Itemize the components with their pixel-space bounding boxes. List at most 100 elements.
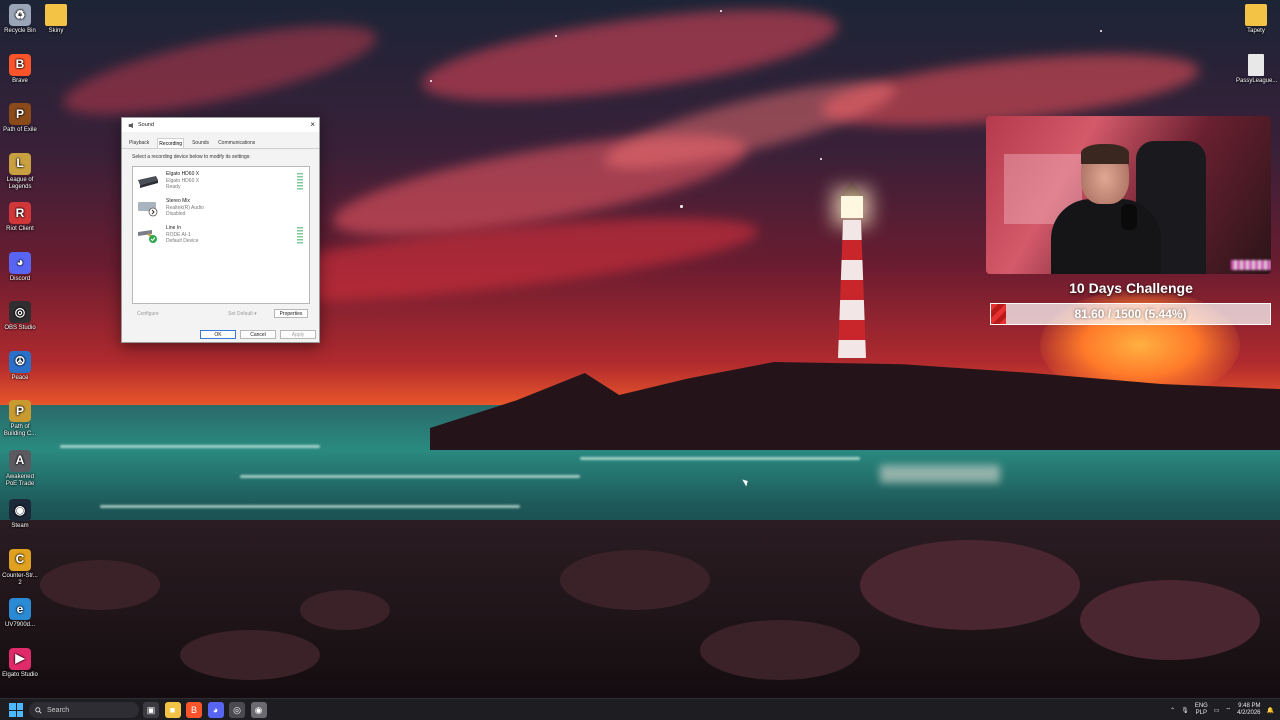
- steam-icon[interactable]: ◉: [250, 702, 267, 718]
- tab-communications[interactable]: Communications: [217, 138, 256, 148]
- folder-icon: [45, 4, 67, 26]
- desktop-icon-skiny[interactable]: Skiny: [36, 4, 76, 35]
- monitor-icon[interactable]: ▭: [1214, 707, 1220, 714]
- search-placeholder: Search: [47, 706, 70, 714]
- language-top: ENG: [1194, 703, 1208, 709]
- desktop-icon-label: Skiny: [48, 28, 64, 34]
- properties-button[interactable]: Properties: [274, 309, 308, 318]
- desktop-icon[interactable]: ◎ OBS Studio: [0, 301, 40, 332]
- cancel-button[interactable]: Cancel: [240, 330, 276, 339]
- list-item[interactable]: Stereo Mix Realtek(R) Audio Disabled: [135, 196, 307, 220]
- desktop-icon-passyleague[interactable]: PassyLeague...: [1236, 54, 1277, 85]
- tab-playback[interactable]: Playback: [128, 138, 150, 148]
- desktop-icon[interactable]: B Brave: [0, 53, 40, 85]
- device-status: Default Device: [166, 238, 199, 244]
- folder-icon: [1245, 4, 1267, 26]
- brave-icon[interactable]: B: [186, 702, 202, 718]
- ok-button[interactable]: OK: [200, 330, 236, 339]
- desktop-icon[interactable]: e UV7900d...: [0, 598, 40, 629]
- language-indicator[interactable]: ENG PLP: [1195, 703, 1208, 717]
- list-item[interactable]: Elgato HD60 X Elgato HD60 X Ready: [135, 169, 307, 193]
- device-name: Elgato HD60 X: [166, 171, 200, 177]
- stereo-mix-icon: [138, 202, 158, 217]
- desktop-icon-label: Discord: [9, 275, 31, 282]
- configure-button[interactable]: Configure: [137, 311, 159, 317]
- discord-icon[interactable]: ◕: [207, 702, 224, 718]
- webcam-feed: [986, 116, 1271, 274]
- desktop-icon[interactable]: ◕ Discord: [0, 251, 40, 283]
- apt-icon: A: [9, 449, 31, 472]
- file-icon: [1248, 54, 1264, 76]
- speaker-icon: [128, 122, 133, 128]
- chevron-up-icon[interactable]: ⌃: [1170, 707, 1175, 714]
- taskbar-clock[interactable]: 9:48 PM 4/2/2026: [1237, 703, 1260, 717]
- desktop-icon-label: League of Legends: [6, 176, 34, 190]
- desktop-icon[interactable]: R Riot Client: [0, 202, 40, 233]
- recycle-bin-icon: ♻: [9, 4, 31, 26]
- progress-text: 81.60 / 1500 (5.44%): [1074, 307, 1187, 321]
- challenge-progress-bar: 81.60 / 1500 (5.44%): [990, 303, 1271, 325]
- line-in-icon: [138, 230, 157, 243]
- desktop-icon-label: Brave: [12, 77, 28, 84]
- desktop-icon-label: Path of Building C...: [3, 424, 37, 437]
- desktop-icon[interactable]: A Awakened PoE Trade: [0, 449, 40, 488]
- dialog-titlebar[interactable]: Sound: [122, 118, 319, 132]
- device-actions: Configure Set Default ▾ Properties: [132, 309, 310, 320]
- desktop-wallpaper: [0, 0, 1280, 698]
- dialog-title: Sound: [138, 122, 154, 128]
- device-status: Ready: [166, 184, 181, 190]
- set-default-label: Set Default: [228, 311, 253, 317]
- poe-icon: P: [9, 103, 31, 125]
- search-input[interactable]: Search: [29, 702, 139, 718]
- edge-icon: e: [9, 598, 31, 620]
- notification-bell-icon[interactable]: 🔔: [1267, 707, 1274, 714]
- sound-dialog: Sound × Playback Recording Sounds Commun…: [121, 117, 320, 343]
- desktop-icon[interactable]: ☮ Peace: [0, 350, 40, 382]
- tab-sounds[interactable]: Sounds: [191, 138, 210, 148]
- language-bottom: PLP: [1195, 710, 1207, 716]
- microphone-icon[interactable]: 🎙: [1181, 707, 1189, 714]
- lighthouse-image: [832, 182, 872, 358]
- discord-icon: ◕: [9, 251, 31, 274]
- desktop-icon[interactable]: ◉ Steam: [0, 499, 40, 530]
- desktop-icon-label: Peace: [11, 374, 29, 381]
- set-default-button[interactable]: Set Default ▾: [228, 311, 257, 317]
- clock-date: 4/2/2026: [1237, 710, 1261, 716]
- challenge-title: 10 Days Challenge: [1069, 280, 1193, 296]
- brave-icon: B: [9, 53, 31, 76]
- recording-device-list: Elgato HD60 X Elgato HD60 X Ready Stereo…: [132, 166, 310, 304]
- system-tray: ⌃ 🎙 ENG PLP ▭ ⌔ 9:48 PM 4/2/2026 🔔: [1170, 701, 1274, 719]
- taskbar: Search ▣ ■ B ◕ ◎ ◉ ⌃ 🎙 ENG PLP ▭ ⌔ 9:48 PM 4/…: [0, 698, 1280, 720]
- desktop-icon[interactable]: ▶ Elgato Studio: [0, 647, 40, 679]
- search-icon: [35, 706, 42, 714]
- clock-time: 9:48 PM: [1238, 703, 1261, 709]
- tab-recording[interactable]: Recording: [157, 138, 185, 148]
- riot-icon: R: [9, 202, 31, 224]
- desktop-icon-tapety[interactable]: Tapety: [1236, 4, 1276, 35]
- network-icon[interactable]: ⌔: [1226, 706, 1232, 714]
- desktop-icon[interactable]: C Counter-Str... 2: [0, 548, 40, 587]
- close-icon[interactable]: ×: [310, 120, 315, 129]
- lol-icon: L: [9, 152, 31, 175]
- device-status: Disabled: [166, 211, 186, 217]
- apply-button[interactable]: Apply: [280, 330, 316, 339]
- desktop-icon-label: Tapety: [1247, 28, 1265, 34]
- level-meter: [297, 173, 303, 191]
- windows-start-icon[interactable]: [9, 703, 23, 717]
- streamer-image: [1041, 144, 1161, 274]
- desktop-icon[interactable]: P Path of Building C...: [0, 400, 40, 438]
- desktop-icon[interactable]: L League of Legends: [0, 152, 40, 191]
- cs2-icon: C: [9, 548, 31, 571]
- pob-icon: P: [9, 400, 31, 422]
- task-view-icon[interactable]: ▣: [143, 702, 159, 718]
- file-explorer-icon[interactable]: ■: [164, 702, 181, 718]
- dialog-tabs: Playback Recording Sounds Communications: [122, 132, 319, 149]
- elgato-icon: ▶: [9, 647, 31, 670]
- desktop-icon-label: Awakened PoE Trade: [5, 473, 35, 487]
- desktop-icon[interactable]: ♻ Recycle Bin: [0, 4, 40, 35]
- desktop-icon[interactable]: P Path of Exile: [0, 103, 40, 134]
- obs-icon[interactable]: ◎: [229, 702, 245, 718]
- list-item[interactable]: Line In RODE AI-1 Default Device: [135, 223, 307, 247]
- dialog-instruction: Select a recording device below to modif…: [132, 154, 251, 160]
- desktop-icon-label: Counter-Str... 2: [2, 572, 38, 586]
